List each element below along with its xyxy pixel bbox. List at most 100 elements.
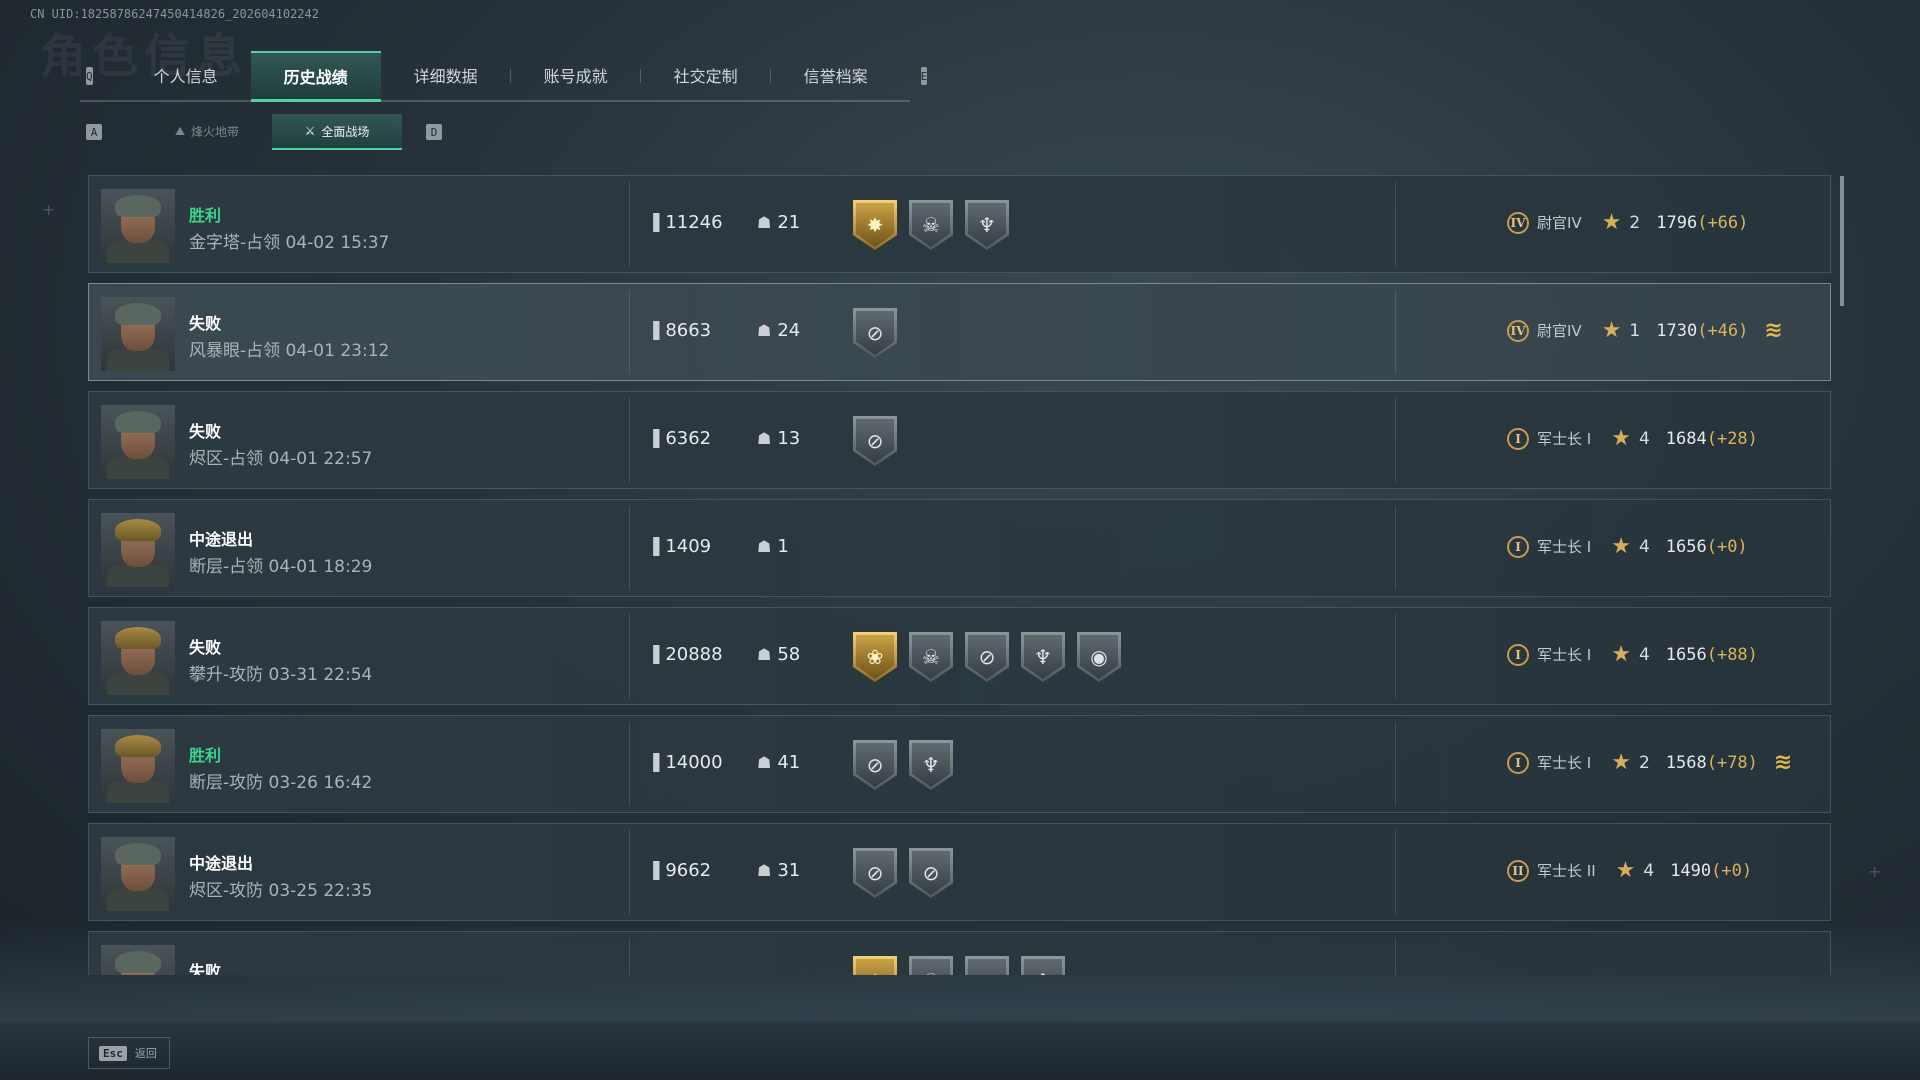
crosshair-medal-icon[interactable]: ⊘ — [853, 308, 897, 358]
match-history-list[interactable]: 胜利 金字塔-占领 04-02 15:37 ▐ 11246 ☗ 21 ✸ ☠ ♆ IV 尉官IV ★ 2… — [88, 175, 1832, 975]
tab-0[interactable]: 个人信息 — [121, 51, 251, 99]
tab-4[interactable]: 社交定制 — [641, 51, 771, 99]
match-row[interactable]: 失败 攀升-攻防 03-31 22:54 ▐ 20888 ☗ 58 ❀ ☠ ⊘ ♆ ◉ I 军士长 I ★… — [88, 607, 1831, 705]
rating-delta: (+66) — [1697, 212, 1749, 233]
score-value: 1409 — [665, 536, 712, 557]
match-map-time: 金字塔-占领 04-02 15:37 — [189, 233, 390, 253]
row-divider — [1395, 182, 1396, 266]
crosshair-medal-icon[interactable]: ⊘ — [965, 632, 1009, 682]
skull-icon: ☗ — [757, 429, 772, 448]
avatar-helmet — [115, 411, 161, 433]
avatar-body — [107, 349, 169, 371]
skull-target-medal-icon[interactable]: ☠ — [909, 632, 953, 682]
tab-1[interactable]: 历史战绩 — [250, 50, 381, 102]
match-row[interactable]: 中途退出 烬区-攻防 03-25 22:35 ▐ 9662 ☗ 31 ⊘ ⊘ II 军士长 II ★… — [88, 823, 1831, 921]
rating-value: 1490 — [1670, 860, 1712, 881]
promotion-chevron-icon: ≋ — [1773, 750, 1792, 775]
burst-medal-icon[interactable]: ✸ — [853, 200, 897, 250]
eagle-skull-medal-icon[interactable]: ♆ — [1021, 956, 1065, 975]
medal-glyph: ♆ — [1034, 971, 1052, 975]
match-score: ▐ 9662 — [647, 860, 711, 881]
star-count: 4 — [1638, 536, 1650, 557]
skull-target-medal-icon[interactable]: ☠ — [909, 956, 953, 975]
star-icon: ★ — [1611, 534, 1631, 559]
subtab-0[interactable]: ⛰ 烽火地带 — [142, 114, 272, 148]
rating-delta: (+46) — [1697, 320, 1749, 341]
match-score: ▐ 8663 — [647, 320, 711, 341]
uid-label: CN UID:182587862474504148​26_20260410224… — [30, 7, 319, 21]
rank-info: I 军士长 I ★ 2 1568(+78) ≋ — [1507, 750, 1792, 775]
star-icon: ★ — [1615, 858, 1636, 883]
crosshair-medal-icon[interactable]: ⊘ — [853, 740, 897, 790]
avatar-body — [107, 565, 169, 587]
eagle-skull-medal-icon[interactable]: ♆ — [1021, 632, 1065, 682]
match-row[interactable]: 失败 风暴眼-占领 04-01 23:12 ▐ 8663 ☗ 24 ⊘ IV 尉官IV ★ 1 173… — [88, 283, 1831, 381]
eagle-skull-medal-icon[interactable]: ♆ — [965, 200, 1009, 250]
operator-avatar — [101, 945, 175, 975]
subtab-next-key-hint[interactable]: D — [426, 124, 442, 140]
tab-2[interactable]: 详细数据 — [381, 51, 511, 99]
rating-value: 1730 — [1656, 320, 1698, 341]
match-result: 失败 — [189, 638, 222, 657]
match-result: 胜利 — [189, 206, 222, 225]
medal-list: ⊘ — [853, 416, 897, 466]
tab-5[interactable]: 信誉档案 — [771, 51, 901, 99]
match-kills: ☗ 31 — [757, 860, 800, 881]
rank-name: 军士长 II — [1537, 862, 1596, 880]
rating-score: 1490(+0) — [1670, 861, 1752, 881]
star-count: 4 — [1638, 428, 1650, 449]
star-icon: ★ — [1611, 642, 1631, 667]
back-button[interactable]: Esc 返回 — [88, 1037, 170, 1069]
eye-scope-medal-icon[interactable]: ◉ — [1077, 632, 1121, 682]
rank-emblem-icon: I — [1507, 427, 1529, 450]
match-row[interactable]: 胜利 金字塔-占领 04-02 15:37 ▐ 11246 ☗ 21 ✸ ☠ ♆ IV 尉官IV ★ 2… — [88, 175, 1831, 273]
skull-target-medal-icon[interactable]: ☠ — [909, 200, 953, 250]
crosshair-medal-icon[interactable]: ⊘ — [853, 416, 897, 466]
burst-medal-icon[interactable]: ✸ — [853, 956, 897, 975]
match-row[interactable]: 中途退出 断层-占领 04-01 18:29 ▐ 1409 ☗ 1 I 军士长 I ★ 4 1656… — [88, 499, 1831, 597]
crosshair-medal-icon[interactable]: ⊘ — [965, 956, 1009, 975]
skull-icon: ☗ — [757, 645, 772, 664]
star-icon: ★ — [1601, 318, 1622, 343]
rank-name: 军士长 I — [1537, 430, 1592, 448]
match-row[interactable]: 失败 ✸ ☠ ⊘ ♆ — [88, 931, 1831, 975]
tab-prev-key-hint[interactable]: Q — [86, 67, 93, 85]
bar-chart-icon: ▐ — [647, 645, 660, 664]
operator-avatar — [101, 405, 175, 479]
rating-value: 1796 — [1656, 212, 1698, 233]
medal-glyph: ✸ — [867, 971, 884, 975]
match-score: ▐ 1409 — [647, 536, 711, 557]
bar-chart-icon: ▐ — [647, 537, 660, 556]
match-map-time: 断层-攻防 03-26 16:42 — [189, 773, 373, 793]
mountain-icon: ⛰ — [174, 123, 186, 138]
eagle-skull-medal-icon[interactable]: ♆ — [909, 740, 953, 790]
rank-name: 军士长 I — [1537, 646, 1592, 664]
avatar-body — [107, 241, 169, 263]
skull-icon: ☗ — [757, 321, 772, 340]
match-row[interactable]: 失败 烬区-占领 04-01 22:57 ▐ 6362 ☗ 13 ⊘ I 军士长 I ★ 4 1684… — [88, 391, 1831, 489]
subtab-1[interactable]: ⚔ 全面战场 — [272, 114, 402, 150]
tab-next-key-hint[interactable]: E — [920, 67, 928, 85]
operator-avatar — [101, 621, 175, 695]
avatar-body — [107, 457, 169, 479]
star-icon: ★ — [1611, 750, 1631, 775]
crosshair-medal-icon[interactable]: ⊘ — [909, 848, 953, 898]
row-divider — [629, 938, 630, 975]
kills-value: 13 — [777, 428, 801, 449]
bottom-bar — [0, 1021, 1920, 1080]
rank-info: I 军士长 I ★ 4 1656(+88) — [1507, 642, 1758, 667]
back-label: 返回 — [134, 1047, 157, 1060]
score-value: 6362 — [665, 428, 712, 449]
match-row[interactable]: 胜利 断层-攻防 03-26 16:42 ▐ 14000 ☗ 41 ⊘ ♆ I 军士长 I ★ 2 15… — [88, 715, 1831, 813]
medal-glyph: ⊘ — [866, 321, 884, 345]
medal-glyph: ☠ — [922, 971, 940, 975]
score-value: 14000 — [665, 752, 723, 773]
subtab-prev-key-hint[interactable]: A — [86, 124, 102, 140]
scrollbar[interactable] — [1840, 176, 1844, 306]
flower-star-medal-icon[interactable]: ❀ — [853, 632, 897, 682]
row-divider — [629, 506, 630, 590]
bar-chart-icon: ▐ — [647, 429, 660, 448]
tab-3[interactable]: 账号成就 — [511, 51, 641, 99]
star-count: 1 — [1629, 320, 1641, 341]
crosshair-medal-icon[interactable]: ⊘ — [853, 848, 897, 898]
